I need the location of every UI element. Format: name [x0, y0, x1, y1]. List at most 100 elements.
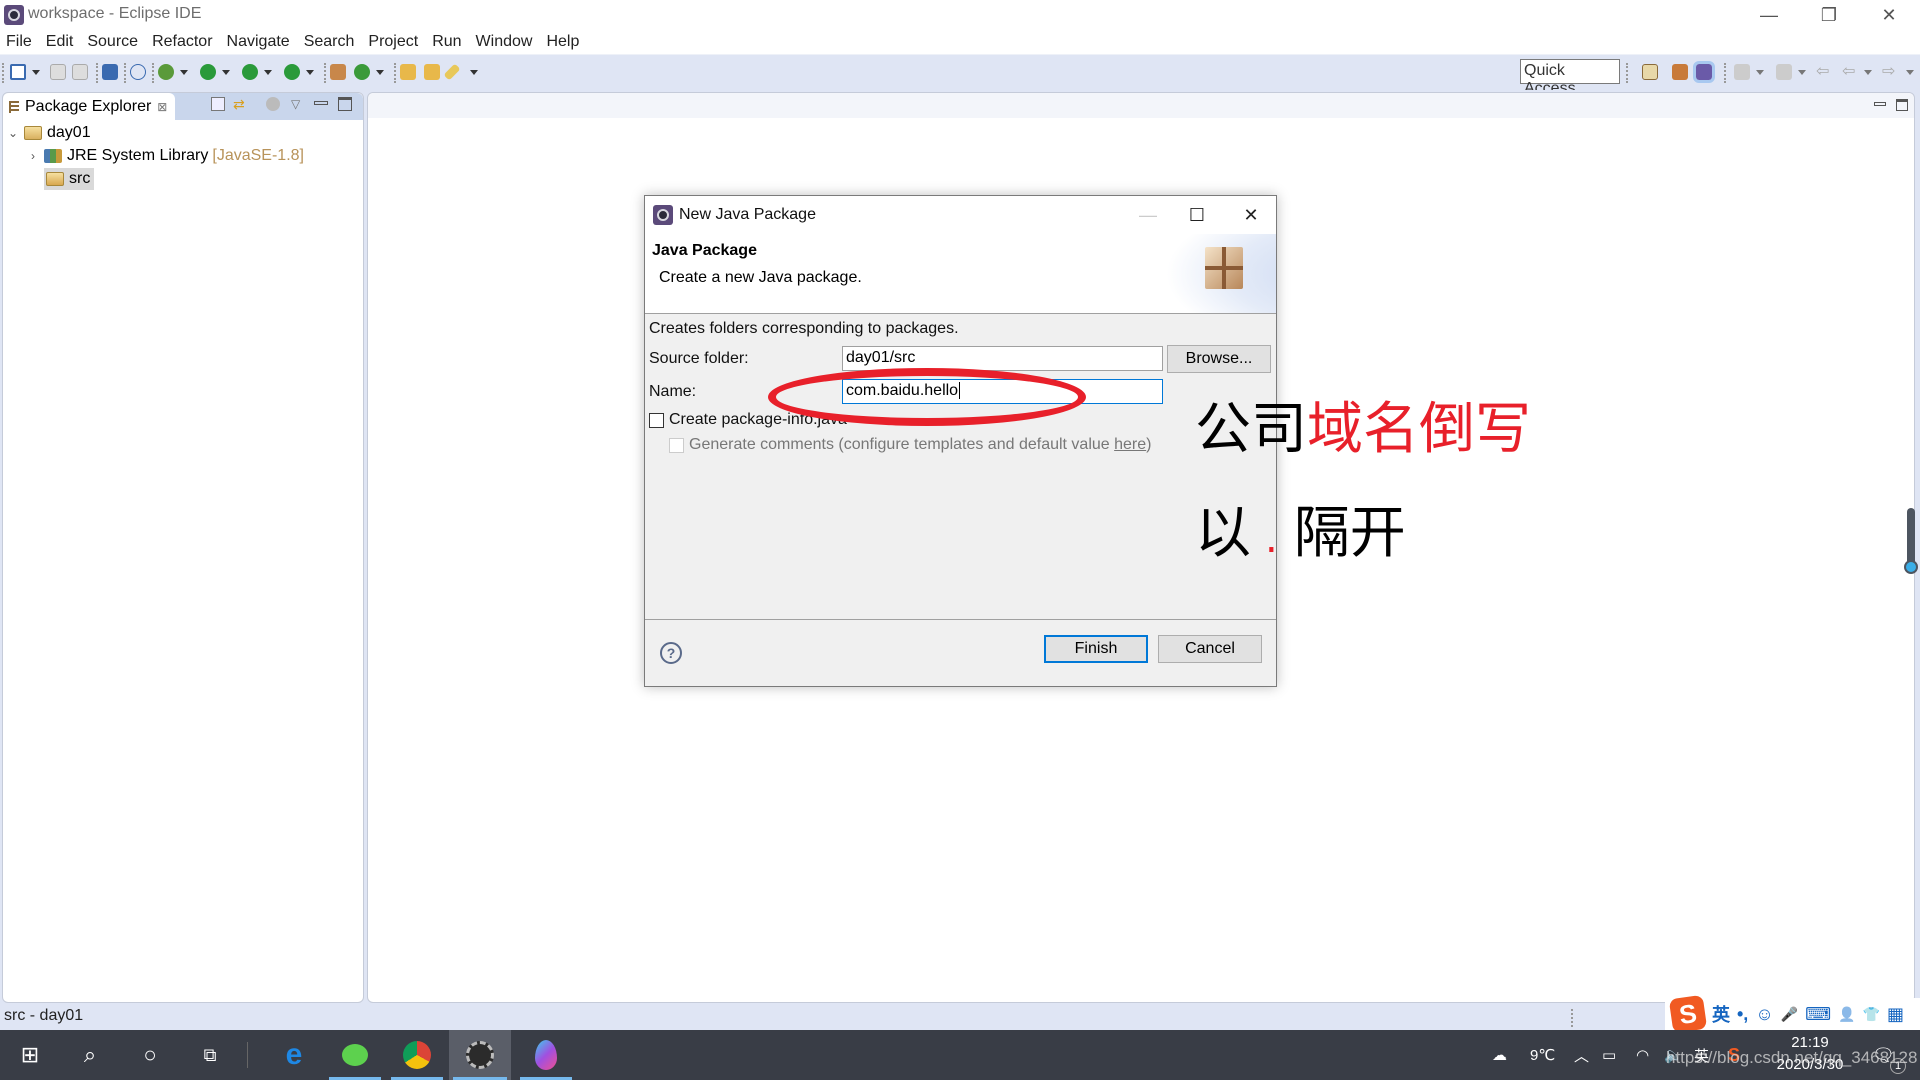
voice-input-icon[interactable]: 🎤 — [1781, 1006, 1798, 1023]
new-wizard-icon[interactable] — [10, 64, 26, 80]
search-icon[interactable]: ⌕ — [60, 1030, 120, 1080]
menu-edit[interactable]: Edit — [46, 33, 74, 51]
tab-package-explorer[interactable]: Package Explorer ⊠ — [3, 93, 175, 120]
tree-node-jre-library[interactable]: › JRE System Library [JavaSE-1.8] — [6, 144, 361, 167]
chevron-right-icon[interactable]: › — [26, 149, 40, 163]
java-perspective-icon[interactable] — [1693, 61, 1715, 83]
external-tool-dropdown-icon[interactable] — [306, 70, 314, 75]
menu-help[interactable]: Help — [546, 33, 579, 51]
chrome-icon[interactable] — [387, 1030, 447, 1080]
menu-window[interactable]: Window — [476, 33, 533, 51]
browse-button[interactable]: Browse... — [1167, 345, 1271, 373]
quick-access-input[interactable]: Quick Access — [1520, 59, 1620, 97]
last-edit-icon[interactable]: ⇦ — [1816, 64, 1832, 80]
menu-source[interactable]: Source — [87, 33, 138, 51]
thermometer-widget-icon[interactable] — [1904, 508, 1918, 574]
terminal-icon[interactable] — [102, 64, 118, 80]
menu-search[interactable]: Search — [304, 33, 355, 51]
eclipse-java-ee-icon[interactable] — [449, 1030, 511, 1080]
prev-annotation-icon[interactable] — [1776, 64, 1792, 80]
dialog-close-button[interactable]: ✕ — [1226, 198, 1276, 232]
help-icon[interactable]: ? — [660, 642, 682, 664]
minimize-button[interactable]: — — [1740, 0, 1798, 30]
menu-file[interactable]: File — [6, 33, 32, 51]
open-perspective-icon[interactable] — [1642, 64, 1658, 80]
source-folder-input[interactable]: day01/src — [842, 346, 1163, 371]
windows-start-icon[interactable]: ⊞ — [0, 1030, 60, 1080]
coverage-icon[interactable] — [242, 64, 258, 80]
java-ee-perspective-icon[interactable] — [1672, 64, 1688, 80]
open-type-icon[interactable] — [400, 64, 416, 80]
search-dropdown-icon[interactable] — [470, 70, 478, 75]
close-tab-icon[interactable]: ⊠ — [157, 100, 167, 114]
create-package-info-checkbox[interactable] — [649, 412, 664, 428]
restore-button[interactable]: ❐ — [1800, 0, 1858, 30]
weather-cloud-icon[interactable]: ☁ — [1492, 1030, 1507, 1080]
run-icon[interactable] — [200, 64, 216, 80]
debug-icon[interactable] — [158, 64, 174, 80]
menu-refactor[interactable]: Refactor — [152, 33, 212, 51]
maximize-editor-icon[interactable] — [1896, 99, 1908, 111]
save-icon[interactable] — [50, 64, 66, 80]
new-class-dropdown-icon[interactable] — [376, 70, 384, 75]
package-name-input[interactable]: com.baidu.hello — [842, 379, 1163, 404]
wechat-icon[interactable] — [325, 1030, 385, 1080]
run-external-tool-icon[interactable] — [284, 64, 300, 80]
filters-icon[interactable] — [266, 97, 280, 111]
wifi-icon[interactable]: ◠ — [1636, 1030, 1649, 1080]
create-package-info-option[interactable]: Create package-info.java — [649, 411, 847, 429]
chevron-down-icon[interactable]: ⌄ — [6, 126, 20, 140]
next-annotation-dropdown-icon[interactable] — [1756, 70, 1764, 75]
minimize-editor-icon[interactable] — [1874, 102, 1886, 106]
tree-node-src[interactable]: src — [6, 167, 361, 190]
link-with-editor-icon[interactable]: ⇄ — [233, 97, 247, 111]
close-button[interactable]: ✕ — [1860, 0, 1918, 30]
tree-node-day01[interactable]: ⌄ day01 — [6, 121, 361, 144]
account-icon[interactable]: 👤 — [1838, 1006, 1855, 1023]
dialog-minimize-button[interactable]: — — [1123, 198, 1173, 232]
cancel-button[interactable]: Cancel — [1158, 635, 1262, 663]
back-dropdown-icon[interactable] — [1864, 70, 1872, 75]
package-name-value: com.baidu.hello — [846, 382, 959, 399]
toolbar-separator — [324, 63, 326, 83]
show-hidden-icons[interactable]: ︿ — [1574, 1030, 1589, 1080]
menu-navigate[interactable]: Navigate — [227, 33, 290, 51]
battery-icon[interactable]: ▭ — [1602, 1030, 1616, 1080]
punctuation-icon[interactable]: •, — [1737, 1004, 1748, 1025]
weather-temp[interactable]: 9℃ — [1530, 1030, 1555, 1080]
save-all-icon[interactable] — [72, 64, 88, 80]
task-view-icon[interactable]: ⧉ — [180, 1030, 240, 1080]
cortana-icon[interactable]: ○ — [120, 1030, 180, 1080]
skip-breakpoints-icon[interactable] — [130, 64, 146, 80]
new-dropdown-icon[interactable] — [32, 70, 40, 75]
search-icon[interactable] — [443, 63, 461, 81]
view-menu-icon[interactable]: ▽ — [291, 97, 305, 111]
debug-dropdown-icon[interactable] — [180, 70, 188, 75]
menu-run[interactable]: Run — [432, 33, 461, 51]
run-dropdown-icon[interactable] — [222, 70, 230, 75]
back-icon[interactable]: ⇦ — [1842, 64, 1858, 80]
sogou-logo-icon[interactable]: S — [1668, 994, 1708, 1034]
open-task-icon[interactable] — [424, 64, 440, 80]
prev-annotation-dropdown-icon[interactable] — [1798, 70, 1806, 75]
dialog-maximize-button[interactable]: ☐ — [1172, 198, 1222, 232]
new-class-icon[interactable] — [354, 64, 370, 80]
coverage-dropdown-icon[interactable] — [264, 70, 272, 75]
configure-templates-link[interactable]: here — [1114, 436, 1146, 453]
finish-button[interactable]: Finish — [1044, 635, 1148, 663]
paint-3d-icon[interactable] — [516, 1030, 576, 1080]
forward-icon[interactable]: ⇨ — [1882, 64, 1898, 80]
skin-icon[interactable]: 👕 — [1863, 1006, 1880, 1023]
minimize-view-icon[interactable] — [314, 101, 328, 105]
ime-language-toggle[interactable]: 英 — [1712, 1001, 1730, 1027]
keyboard-icon[interactable]: ⌨ — [1805, 1004, 1831, 1025]
edge-icon[interactable]: e — [264, 1030, 324, 1080]
collapse-all-icon[interactable] — [211, 97, 225, 111]
new-java-package-icon[interactable] — [330, 64, 346, 80]
forward-dropdown-icon[interactable] — [1906, 70, 1914, 75]
toolbox-icon[interactable]: ▦ — [1887, 1004, 1904, 1025]
maximize-view-icon[interactable] — [338, 97, 352, 111]
next-annotation-icon[interactable] — [1734, 64, 1750, 80]
emoji-icon[interactable]: ☺ — [1755, 1004, 1773, 1025]
menu-project[interactable]: Project — [368, 33, 418, 51]
